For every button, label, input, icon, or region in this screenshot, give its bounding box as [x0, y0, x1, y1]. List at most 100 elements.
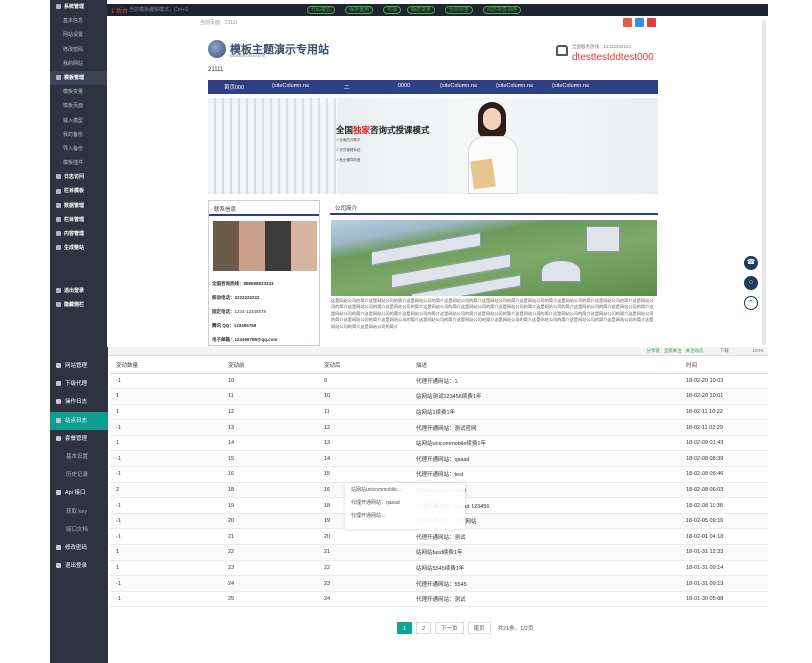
table-cell: 18-02-09 01:43	[680, 435, 768, 452]
table-cell: -1	[110, 450, 222, 468]
menu-icon	[56, 202, 61, 208]
banner-person-image	[458, 100, 528, 194]
agent-sidebar-item[interactable]: 网站管理	[50, 357, 108, 375]
table-row: 1 23 22 站网站5545续费1年 18-01-31 09:14	[110, 560, 768, 577]
agent-sidebar-item[interactable]: 获取 key	[50, 503, 108, 521]
qq-float-icon[interactable]: ○	[744, 276, 758, 290]
editor-sidebar-item[interactable]: 模板页面	[50, 99, 107, 113]
editor-sidebar-item[interactable]: 栏目模板	[50, 184, 107, 198]
editor-sidebar-item[interactable]: 修改密码	[50, 43, 107, 57]
editor-sidebar-item[interactable]: 模板插件	[50, 156, 107, 170]
toolbar-tag-visual[interactable]: 可视	[383, 6, 402, 14]
agent-sidebar-item[interactable]: 接口文档	[50, 521, 108, 539]
back-to-top-icon[interactable]: ⌃	[744, 296, 758, 310]
editor-sidebar-item[interactable]: 模板变量	[50, 85, 107, 99]
table-cell: 1	[110, 560, 222, 577]
pagination-info: 共21条，1/2页	[497, 626, 534, 632]
overlay-line: 代理开通网站...	[351, 513, 386, 519]
agent-sidebar-item[interactable]: 历史记录	[50, 466, 108, 484]
table-cell: 18-02-08 11:38	[680, 497, 768, 514]
editor-sidebar-item[interactable]: 内容管理	[50, 227, 107, 241]
share-icon[interactable]	[623, 18, 632, 27]
close-icon[interactable]	[647, 18, 656, 27]
agent-sidebar-item[interactable]: 站点日志	[50, 411, 108, 430]
page-1-button[interactable]: 1	[397, 622, 413, 634]
table-cell: 代理开通网站：test	[410, 466, 680, 483]
nav-item[interactable]: {siteColumn.na	[552, 83, 589, 89]
editor-sidebar-item[interactable]: 我的备份	[50, 128, 107, 142]
toolbar-tag-code-mode[interactable]: 代码模式	[307, 6, 336, 14]
table-cell: 22	[222, 544, 318, 561]
next-page-button[interactable]: 下一页	[435, 622, 464, 634]
agent-sidebar-item-label: 接口文档	[66, 526, 89, 533]
nav-item[interactable]: 0000	[398, 83, 410, 89]
editor-sidebar-item[interactable]: 数据管理	[50, 199, 107, 213]
editor-sidebar-item[interactable]: 输入模型	[50, 114, 107, 128]
agent-sidebar-item-label: 套餐管理	[65, 435, 88, 442]
table-cell: 1	[110, 404, 222, 421]
banner-line: ✓ 全面的式教学	[336, 138, 361, 142]
nav-item[interactable]: 二	[344, 83, 350, 91]
table-cell: 站网站unicommobile续费1年	[410, 435, 680, 452]
toolbar-tag-static-vars[interactable]: 静态变量	[407, 6, 436, 14]
editor-sidebar-item[interactable]: 基本信息	[50, 14, 107, 28]
table-cell: 2	[110, 482, 222, 499]
editor-sidebar-item-label: 数据管理	[64, 202, 85, 209]
editor-sidebar-item[interactable]: 网站设置	[50, 28, 107, 42]
editor-sidebar-item[interactable]: 导入备份	[50, 142, 107, 156]
editor-sidebar-item[interactable]: 隐藏侧栏	[50, 298, 107, 312]
scrollbar[interactable]	[762, 20, 766, 345]
menu-icon	[56, 435, 61, 441]
table-cell: 25	[222, 591, 318, 608]
editor-sidebar-item[interactable]: 栏目管理	[50, 213, 107, 227]
agent-sidebar-item[interactable]: 退出登录	[50, 557, 108, 575]
toolbar-tag-global-tags[interactable]: 全局标签	[445, 6, 474, 14]
follow-all-button[interactable]: 全部关注	[664, 348, 682, 353]
phone-number: dtesttestddtest000	[572, 52, 654, 63]
editor-sidebar-item-label: 我的备份	[63, 131, 84, 138]
nav-item[interactable]: {siteColumn.na	[440, 83, 477, 89]
table-cell: 14	[318, 450, 410, 468]
page-2-button[interactable]: 2	[416, 622, 432, 634]
table-cell: 10	[318, 388, 410, 405]
editor-sidebar-item-label: 退出登录	[64, 287, 85, 294]
editor-sidebar-item-label: 隐藏侧栏	[64, 301, 85, 308]
about-box: 公司简介 这是网站公司的简介这是网站公司的简介这是网站公司的简介这是网站公司的简…	[330, 200, 658, 346]
editor-sidebar-item[interactable]: 我的网站	[50, 57, 107, 71]
weibo-icon[interactable]	[635, 18, 644, 27]
editor-sidebar-item[interactable]: 生成整站	[50, 241, 107, 255]
table-row: -1 16 15 代理开通网站：test 18-02-08 06:46	[110, 466, 768, 483]
editor-sidebar-item[interactable]: 系统管理	[50, 0, 107, 14]
table-row: -1 13 12 代理开通网站：测试官网 18-02-11 02:29	[110, 419, 768, 436]
editor-sidebar-item[interactable]: 模板管理	[50, 70, 107, 86]
last-page-button[interactable]: 尾页	[467, 622, 491, 634]
follow-feed-button[interactable]: 关注动态	[685, 348, 703, 353]
download-button[interactable]: 下载	[720, 348, 729, 353]
menu-icon	[56, 245, 61, 251]
nav-item-home[interactable]: 首页000	[224, 83, 244, 91]
menu-icon	[56, 4, 61, 10]
column-after: 变动后	[318, 358, 410, 374]
agent-sidebar-item[interactable]: Api 接口	[50, 484, 108, 502]
toolbar-tag-dynamic-tags[interactable]: 动态标签调用	[483, 6, 522, 14]
agent-sidebar-item[interactable]: 基本设置	[50, 448, 108, 466]
table-cell: 13	[318, 435, 410, 452]
phone-float-icon[interactable]: ☎	[744, 256, 758, 270]
table-cell: 18-02-11 10:22	[680, 404, 768, 421]
toolbar-tag-save[interactable]: 保存重用	[345, 6, 374, 14]
phone-label: 全国服务热线：12312344124	[572, 44, 632, 49]
agent-sidebar-item[interactable]: 修改密码	[50, 539, 108, 557]
table-cell: 20	[318, 528, 410, 546]
table-cell: 1	[110, 435, 222, 452]
about-box-title: 公司简介	[335, 206, 358, 212]
editor-sidebar-item[interactable]: 日志访问	[50, 170, 107, 184]
editor-sidebar-item-label: 网站设置	[63, 32, 84, 39]
agent-sidebar-item[interactable]: 套餐管理	[50, 430, 108, 448]
share-link-button[interactable]: 分享链	[646, 348, 660, 353]
agent-sidebar-item[interactable]: 操作日志	[50, 393, 108, 411]
site-logo-icon	[208, 40, 226, 58]
nav-item[interactable]: {siteColumn.na	[272, 83, 309, 89]
agent-sidebar-item[interactable]: 下级代理	[50, 375, 108, 393]
nav-item[interactable]: {siteColumn.na	[496, 83, 533, 89]
editor-sidebar-item[interactable]: 退出登录	[50, 284, 107, 298]
